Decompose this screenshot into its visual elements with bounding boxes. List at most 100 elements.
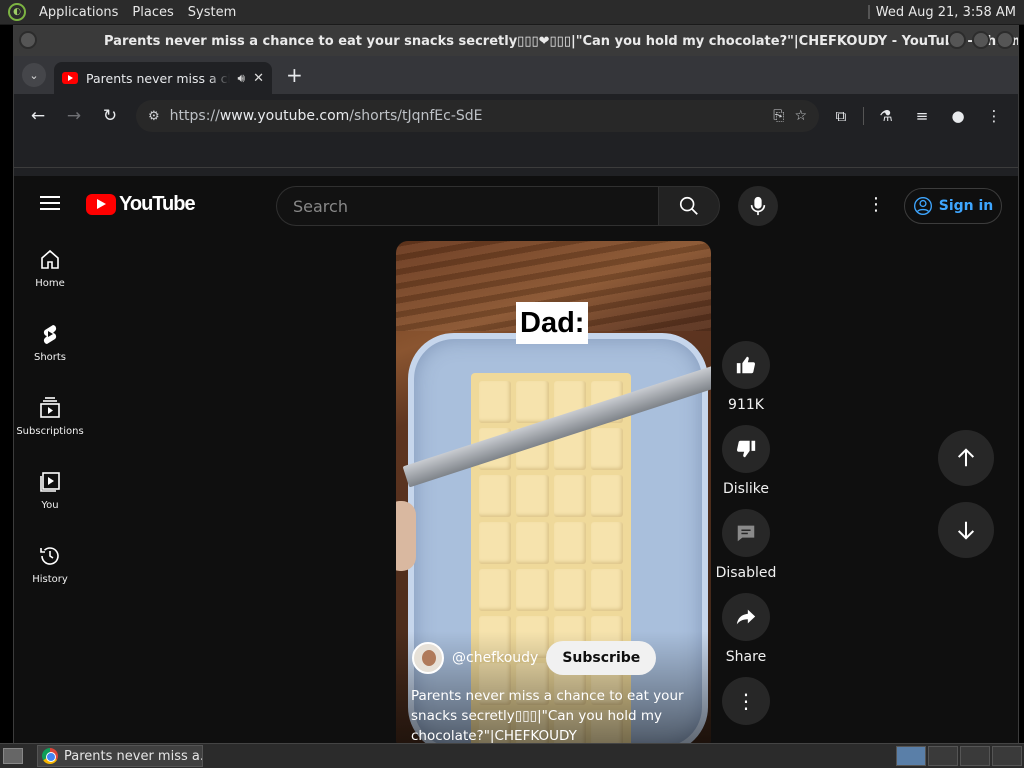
short-actions: 911K Dislike Disabled Share ⋮ [716, 341, 776, 737]
os-top-panel: ◐ Applications Places System Wed Aug 21,… [0, 0, 1024, 25]
media-controls-icon[interactable]: ≡ [908, 102, 936, 130]
like-button[interactable] [722, 341, 770, 389]
sidebar-item-subscriptions[interactable]: Subscriptions [14, 380, 86, 454]
url-path: /shorts/tJqnfEc-SdE [349, 108, 483, 124]
minimize-button[interactable] [948, 31, 966, 49]
share-label: Share [725, 649, 767, 665]
show-desktop-icon[interactable] [3, 748, 23, 764]
install-app-icon[interactable]: ⎘ [773, 108, 784, 124]
profile-icon[interactable]: ● [944, 102, 972, 130]
sidebar-item-shorts[interactable]: Shorts [14, 306, 86, 380]
reload-button[interactable]: ↻ [96, 102, 124, 130]
window-title: Parents never miss a chance to eat your … [104, 33, 1018, 49]
window-menu-button[interactable] [19, 31, 37, 49]
workspace-3[interactable] [960, 746, 990, 766]
youtube-play-logo-icon [86, 194, 116, 215]
url-text[interactable]: https://www.youtube.com/shorts/tJqnfEc-S… [170, 108, 764, 124]
sidebar-item-you[interactable]: You [14, 454, 86, 528]
thumbs-down-icon [736, 440, 756, 458]
sign-in-button[interactable]: Sign in [904, 188, 1002, 224]
arrow-down-icon [957, 521, 975, 540]
workspace-switcher [896, 746, 1022, 766]
maximize-button[interactable] [972, 31, 990, 49]
comments-action: Disabled [716, 509, 776, 581]
chromium-icon [42, 748, 58, 764]
dislike-button[interactable] [722, 425, 770, 473]
sidebar-item-label: Shorts [33, 352, 67, 363]
guide-menu-icon[interactable] [40, 196, 60, 210]
like-count: 911K [728, 397, 764, 413]
arrow-up-icon [957, 448, 975, 467]
chevron-down-icon: ⌄ [29, 68, 39, 82]
os-taskbar: Parents never miss a... [0, 743, 1024, 768]
forward-button[interactable]: → [60, 102, 88, 130]
taskbar-window-button[interactable]: Parents never miss a... [37, 745, 203, 767]
search-input[interactable]: Search [276, 186, 658, 226]
short-video-player[interactable]: Dad: @chefkoudy Subscribe Parents never … [396, 241, 711, 744]
close-tab-icon[interactable]: ✕ [253, 71, 264, 86]
browser-window: Parents never miss a chance to eat your … [13, 25, 1019, 744]
search-button[interactable] [658, 186, 720, 226]
more-action: ⋮ [718, 677, 774, 725]
tab-youtube[interactable]: Parents never miss a chance 🔊︎ ✕ [54, 62, 272, 94]
video-frame-hand [396, 501, 416, 571]
distro-logo-icon[interactable]: ◐ [8, 3, 26, 21]
close-window-button[interactable] [996, 31, 1014, 49]
bookmark-star-icon[interactable]: ☆ [794, 108, 807, 124]
previous-short-button[interactable] [938, 430, 994, 486]
audio-playing-icon[interactable]: 🔊︎ [238, 71, 246, 86]
sidebar-item-history[interactable]: History [14, 528, 86, 602]
sidebar-item-label: History [32, 574, 68, 585]
taskbar-window-label: Parents never miss a... [64, 748, 203, 764]
like-action: 911K [718, 341, 774, 413]
channel-handle[interactable]: @chefkoudy [452, 650, 538, 666]
workspace-1[interactable] [896, 746, 926, 766]
next-short-button[interactable] [938, 502, 994, 558]
sidebar-item-label: You [41, 500, 59, 511]
sidebar-item-home[interactable]: Home [14, 232, 86, 306]
home-icon [41, 249, 59, 269]
youtube-logo[interactable]: YouTube [86, 193, 196, 216]
sign-in-label: Sign in [938, 198, 994, 214]
site-info-icon[interactable]: ⚙ [148, 109, 160, 124]
voice-search-button[interactable] [738, 186, 778, 226]
window-titlebar[interactable]: Parents never miss a chance to eat your … [14, 26, 1018, 56]
toolbar-separator [863, 107, 864, 125]
subscriptions-icon [40, 397, 60, 418]
new-tab-button[interactable]: + [286, 65, 303, 85]
dislike-label: Dislike [723, 481, 769, 497]
youtube-wordmark: YouTube [119, 193, 196, 215]
workspace-2[interactable] [928, 746, 958, 766]
comments-button[interactable] [722, 509, 770, 557]
os-menu-bar: ◐ Applications Places System [0, 0, 243, 24]
menu-applications[interactable]: Applications [32, 5, 125, 20]
labs-flask-icon[interactable]: ⚗ [872, 102, 900, 130]
tab-search-button[interactable]: ⌄ [22, 63, 46, 87]
video-caption[interactable]: Parents never miss a chance to eat your … [411, 686, 686, 744]
menu-places[interactable]: Places [125, 5, 180, 20]
url-host: www.youtube.com [219, 108, 350, 124]
back-button[interactable]: ← [24, 102, 52, 130]
share-action: Share [718, 593, 774, 665]
more-options-button[interactable]: ⋮ [722, 677, 770, 725]
subscribe-button[interactable]: Subscribe [546, 641, 657, 675]
channel-avatar[interactable] [412, 642, 444, 674]
tab-strip: ⌄ Parents never miss a chance 🔊︎ ✕ + [14, 56, 1018, 94]
workspace-4[interactable] [992, 746, 1022, 766]
url-scheme: https:// [169, 108, 220, 124]
you-icon [40, 472, 60, 492]
share-button[interactable] [722, 593, 770, 641]
history-icon [40, 547, 59, 565]
window-controls [948, 31, 1014, 49]
youtube-header: YouTube Search ⋮ Sign in [14, 176, 1018, 232]
clock[interactable]: Wed Aug 21, 3:58 AM [876, 5, 1016, 20]
tab-title: Parents never miss a chance [86, 70, 230, 86]
account-icon [913, 197, 932, 215]
microphone-icon [750, 196, 766, 216]
extensions-icon[interactable]: ⧉ [827, 102, 855, 130]
settings-menu-icon[interactable]: ⋮ [866, 194, 886, 215]
browser-menu-icon[interactable]: ⋮ [980, 102, 1008, 130]
menu-system[interactable]: System [181, 5, 243, 20]
search-box: Search [276, 186, 720, 226]
address-bar[interactable]: ⚙ https://www.youtube.com/shorts/tJqnfEc… [136, 100, 819, 132]
